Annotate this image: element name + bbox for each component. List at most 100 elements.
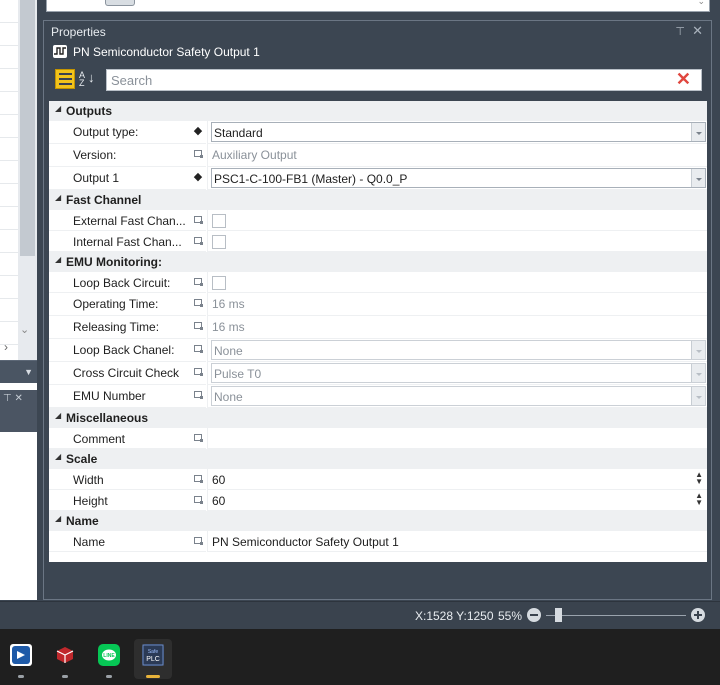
edit-property-icon[interactable]: [194, 322, 203, 330]
property-row-loop-back-chanel[interactable]: Loop Back Chanel: None: [49, 339, 707, 362]
property-indicator: [189, 210, 207, 231]
category-scale[interactable]: ◢ Scale: [49, 449, 707, 469]
property-value-cell[interactable]: Auxiliary Output: [207, 144, 707, 167]
category-fast-channel[interactable]: ◢ Fast Channel: [49, 190, 707, 210]
property-row-internal-fast-chan[interactable]: Internal Fast Chan...: [49, 231, 707, 252]
property-value-cell[interactable]: Pulse T0: [207, 362, 707, 385]
edit-property-icon[interactable]: [194, 496, 203, 504]
edit-property-icon[interactable]: [194, 299, 203, 307]
property-value-cell[interactable]: 16 ms: [207, 293, 707, 316]
property-name: Loop Back Circuit:: [73, 276, 171, 290]
property-combo: Pulse T0: [211, 363, 706, 383]
chevron-down-icon[interactable]: ⌄: [20, 323, 29, 336]
property-indicator: [189, 272, 207, 293]
property-row-width[interactable]: Width 60 ▲ ▼: [49, 469, 707, 490]
property-value[interactable]: PN Semiconductor Safety Output 1: [212, 535, 399, 549]
property-name: Output 1: [73, 171, 120, 185]
property-value-cell[interactable]: 16 ms: [207, 316, 707, 339]
required-diamond-icon: ◆: [193, 125, 203, 137]
property-checkbox[interactable]: [212, 235, 226, 249]
property-value-cell[interactable]: 60 ▲ ▼: [207, 469, 707, 490]
edit-property-icon[interactable]: [194, 278, 203, 286]
property-indicator: [189, 144, 207, 167]
property-name: Operating Time:: [73, 297, 159, 311]
property-row-emu-number[interactable]: EMU Number None: [49, 385, 707, 408]
collapse-triangle-icon[interactable]: ◢: [55, 452, 61, 461]
pin-icon[interactable]: ⊤: [675, 25, 685, 38]
property-row-version[interactable]: Version: Auxiliary Output: [49, 144, 707, 167]
clear-search-icon[interactable]: ✕: [676, 69, 691, 90]
edit-property-icon[interactable]: [194, 368, 203, 376]
collapse-triangle-icon[interactable]: ◢: [55, 193, 61, 202]
property-name-cell: Name: [49, 531, 206, 552]
property-row-cross-circuit-check[interactable]: Cross Circuit Check Pulse T0: [49, 362, 707, 385]
edit-property-icon[interactable]: [194, 537, 203, 545]
left-panel-scrollbar[interactable]: [18, 0, 37, 360]
property-value-cell[interactable]: 60 ▲ ▼: [207, 490, 707, 511]
search-box[interactable]: ✕: [106, 69, 702, 91]
zoom-slider-track[interactable]: [546, 615, 686, 616]
category-outputs[interactable]: ◢ Outputs: [49, 101, 707, 121]
property-value[interactable]: 60: [212, 494, 225, 508]
property-row-loop-back-circuit[interactable]: Loop Back Circuit:: [49, 272, 707, 293]
categorized-view-button[interactable]: [55, 69, 75, 89]
property-value-cell[interactable]: Standard: [207, 121, 707, 144]
chevron-right-icon[interactable]: ›: [4, 340, 8, 354]
property-row-external-fast-chan[interactable]: External Fast Chan...: [49, 210, 707, 231]
property-value-cell[interactable]: [207, 428, 707, 449]
zoom-slider-thumb[interactable]: [555, 608, 562, 622]
zoom-out-icon[interactable]: [527, 608, 541, 622]
search-input[interactable]: [107, 70, 671, 90]
dropdown-arrow-icon[interactable]: [691, 169, 705, 187]
property-row-comment[interactable]: Comment: [49, 428, 707, 449]
edit-property-icon[interactable]: [194, 345, 203, 353]
property-value-cell[interactable]: [207, 272, 707, 293]
collapse-triangle-icon[interactable]: ◢: [55, 255, 61, 264]
property-row-height[interactable]: Height 60 ▲ ▼: [49, 490, 707, 511]
property-checkbox[interactable]: [212, 276, 226, 290]
category-name[interactable]: ◢ Name: [49, 511, 707, 531]
edit-property-icon[interactable]: [194, 391, 203, 399]
edit-property-icon[interactable]: [194, 150, 203, 158]
edit-property-icon[interactable]: [194, 475, 203, 483]
property-row-output-type[interactable]: Output type: ◆ Standard: [49, 121, 707, 144]
close-icon[interactable]: ✕: [692, 23, 703, 39]
pin-close-icon[interactable]: ⊤ ✕: [3, 393, 23, 404]
taskbar-app-2[interactable]: [46, 639, 84, 679]
dropdown-arrow-icon[interactable]: [691, 123, 705, 141]
property-combo[interactable]: Standard: [211, 122, 706, 142]
property-value-cell[interactable]: None: [207, 339, 707, 362]
property-value-cell[interactable]: [207, 210, 707, 231]
edit-property-icon[interactable]: [194, 216, 203, 224]
collapse-triangle-icon[interactable]: ◢: [55, 104, 61, 113]
edit-property-icon[interactable]: [194, 237, 203, 245]
category-emu-monitoring[interactable]: ◢ EMU Monitoring:: [49, 252, 707, 272]
safety-output-icon: [53, 45, 67, 58]
chevron-down-icon[interactable]: ⌄: [697, 0, 705, 7]
left-panel-scroll-thumb[interactable]: [20, 0, 35, 256]
collapse-triangle-icon[interactable]: ◢: [55, 514, 61, 523]
property-row-output-1[interactable]: Output 1 ◆ PSC1-C-100-FB1 (Master) - Q0.0_…: [49, 167, 707, 190]
alphabetical-sort-button[interactable]: AZ ↓: [79, 70, 99, 88]
property-checkbox[interactable]: [212, 214, 226, 228]
taskbar-app-4[interactable]: Safe PLC: [134, 639, 172, 679]
property-value-cell[interactable]: PSC1-C-100-FB1 (Master) - Q0.0_P: [207, 167, 707, 190]
zoom-in-icon[interactable]: [691, 608, 705, 622]
spinner-arrows-icon[interactable]: ▲ ▼: [695, 492, 703, 507]
property-row-releasing-time[interactable]: Releasing Time: 16 ms: [49, 316, 707, 339]
spinner-arrows-icon[interactable]: ▲ ▼: [695, 471, 703, 486]
property-value-cell[interactable]: None: [207, 385, 707, 408]
property-row-operating-time[interactable]: Operating Time: 16 ms: [49, 293, 707, 316]
property-combo[interactable]: PSC1-C-100-FB1 (Master) - Q0.0_P: [211, 168, 706, 188]
property-value[interactable]: 60: [212, 473, 225, 487]
property-value-cell[interactable]: [207, 231, 707, 252]
category-miscellaneous[interactable]: ◢ Miscellaneous: [49, 408, 707, 428]
left-dropdown[interactable]: ▼: [0, 360, 37, 383]
taskbar-app-1[interactable]: [2, 639, 40, 679]
property-row-name[interactable]: Name PN Semiconductor Safety Output 1: [49, 531, 707, 552]
taskbar-app-3[interactable]: LINE: [90, 639, 128, 679]
edit-property-icon[interactable]: [194, 434, 203, 442]
property-value-cell[interactable]: PN Semiconductor Safety Output 1: [207, 531, 707, 552]
collapse-triangle-icon[interactable]: ◢: [55, 411, 61, 420]
upper-panel-button[interactable]: [105, 0, 135, 6]
